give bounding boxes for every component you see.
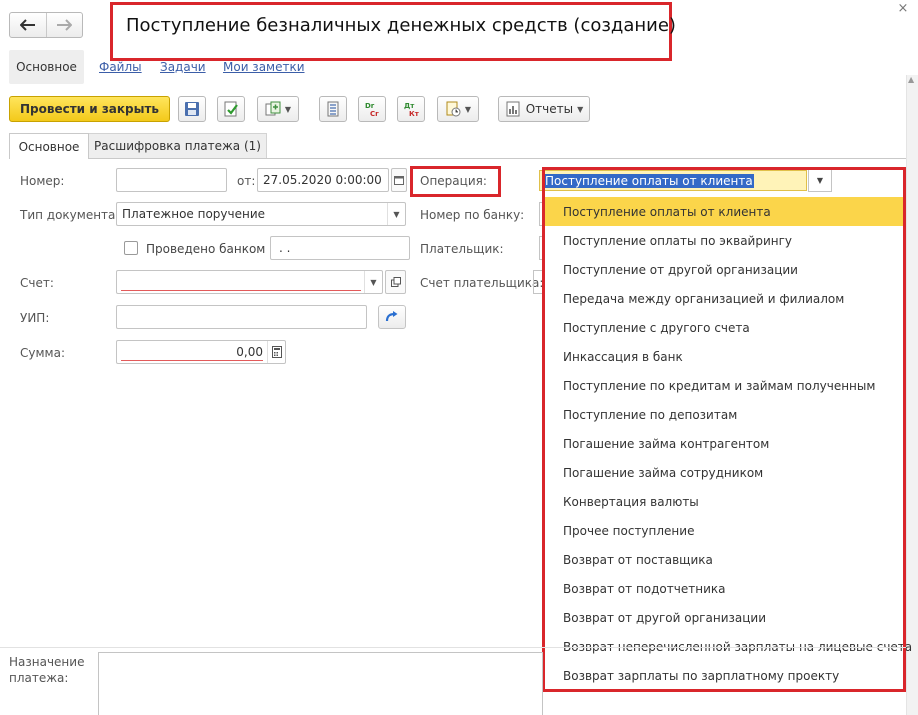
close-icon[interactable]: × (891, 1, 915, 17)
open-window-icon (390, 277, 401, 287)
tab-my-notes[interactable]: Мои заметки (223, 60, 305, 74)
document-attach-icon (446, 101, 461, 117)
post-document-icon (224, 101, 238, 117)
arrow-right-icon (57, 19, 73, 31)
svg-text:Дт: Дт (404, 102, 415, 110)
number-label: Номер: (20, 174, 65, 188)
chevron-down-icon: ▼ (284, 104, 292, 114)
chevron-down-icon: ▼ (577, 104, 584, 114)
date-value: 27.05.2020 0:00:00 (263, 173, 382, 187)
dt-kt-button[interactable]: Дт Кт (397, 96, 425, 122)
tab-main[interactable]: Основное (9, 50, 84, 84)
date-label: от: (237, 174, 256, 188)
date-picker-button[interactable] (391, 168, 407, 192)
calculator-icon (271, 346, 282, 358)
save-button[interactable] (178, 96, 206, 122)
arrow-left-icon (19, 19, 35, 31)
amount-label: Сумма: (20, 346, 65, 360)
account-label: Счет: (20, 276, 54, 290)
reports-icon (506, 101, 520, 117)
svg-text:Cr: Cr (370, 110, 379, 117)
chevron-down-icon: ▼ (464, 104, 472, 114)
required-underline (121, 360, 263, 361)
payer-account-label: Счет плательщика: (420, 276, 544, 290)
chevron-down-icon: ▼ (387, 203, 405, 225)
print-button[interactable]: ▼ (437, 96, 479, 122)
tab-tasks[interactable]: Задачи (160, 60, 206, 74)
operation-label: Операция: (420, 174, 487, 188)
create-based-on-button[interactable]: ▼ (257, 96, 299, 122)
scrollbar[interactable] (906, 75, 918, 715)
account-open-button[interactable] (385, 270, 406, 294)
required-underline (121, 290, 361, 291)
forward-button[interactable] (45, 13, 83, 37)
dr-cr-icon: Dr Cr (365, 102, 379, 117)
curved-arrow-icon (385, 311, 398, 322)
tab-files[interactable]: Файлы (99, 60, 142, 74)
date-field[interactable]: 27.05.2020 0:00:00 (257, 168, 389, 192)
dropdown-highlight-box (542, 167, 906, 692)
payer-label: Плательщик: (420, 242, 504, 256)
purpose-textarea[interactable] (98, 652, 543, 715)
svg-text:Кт: Кт (409, 110, 420, 117)
svg-text:Dr: Dr (365, 102, 375, 110)
scroll-up-icon[interactable]: ▲ (908, 75, 916, 84)
document-list-button[interactable] (319, 96, 347, 122)
posted-by-bank-label: Проведено банком (146, 242, 266, 256)
doc-type-select[interactable]: Платежное поручение ▼ (116, 202, 406, 226)
list-icon (327, 101, 339, 117)
posted-by-bank-date-field[interactable]: . . (270, 236, 410, 260)
post-and-close-button[interactable]: Провести и закрыть (9, 96, 170, 122)
history-nav (9, 12, 83, 38)
create-based-on-icon (265, 101, 281, 116)
window-title: Поступление безналичных денежных средств… (126, 15, 676, 36)
amount-field[interactable]: 0,00 (116, 340, 286, 364)
purpose-label-line2: платежа: (9, 671, 69, 685)
reports-button[interactable]: Отчеты ▼ (498, 96, 590, 122)
calculator-button[interactable] (267, 341, 285, 363)
back-button[interactable] (10, 13, 46, 37)
post-button[interactable] (217, 96, 245, 122)
bank-number-label: Номер по банку: (420, 208, 525, 222)
chevron-down-icon: ▼ (364, 271, 382, 293)
posted-by-bank-checkbox[interactable] (124, 241, 138, 255)
tab-divider (89, 158, 906, 159)
tab-payment-breakdown[interactable]: Расшифровка платежа (1) (89, 133, 267, 159)
account-select[interactable]: ▼ (116, 270, 383, 294)
amount-value: 0,00 (236, 345, 263, 359)
dr-cr-button[interactable]: Dr Cr (358, 96, 386, 122)
tab-form-main[interactable]: Основное (9, 133, 89, 159)
calendar-icon (394, 176, 404, 185)
section-divider (0, 647, 906, 648)
uip-fill-button[interactable] (378, 305, 406, 329)
posted-by-bank-date-value: . . (279, 241, 291, 255)
doc-type-label: Тип документа: (20, 208, 120, 222)
doc-type-value: Платежное поручение (122, 207, 266, 221)
number-field[interactable] (116, 168, 227, 192)
reports-label: Отчеты (525, 102, 574, 116)
floppy-disk-icon (185, 102, 199, 116)
uip-label: УИП: (20, 311, 50, 325)
purpose-label-line1: Назначение (9, 655, 85, 669)
dt-kt-icon: Дт Кт (404, 102, 420, 117)
uip-field[interactable] (116, 305, 367, 329)
